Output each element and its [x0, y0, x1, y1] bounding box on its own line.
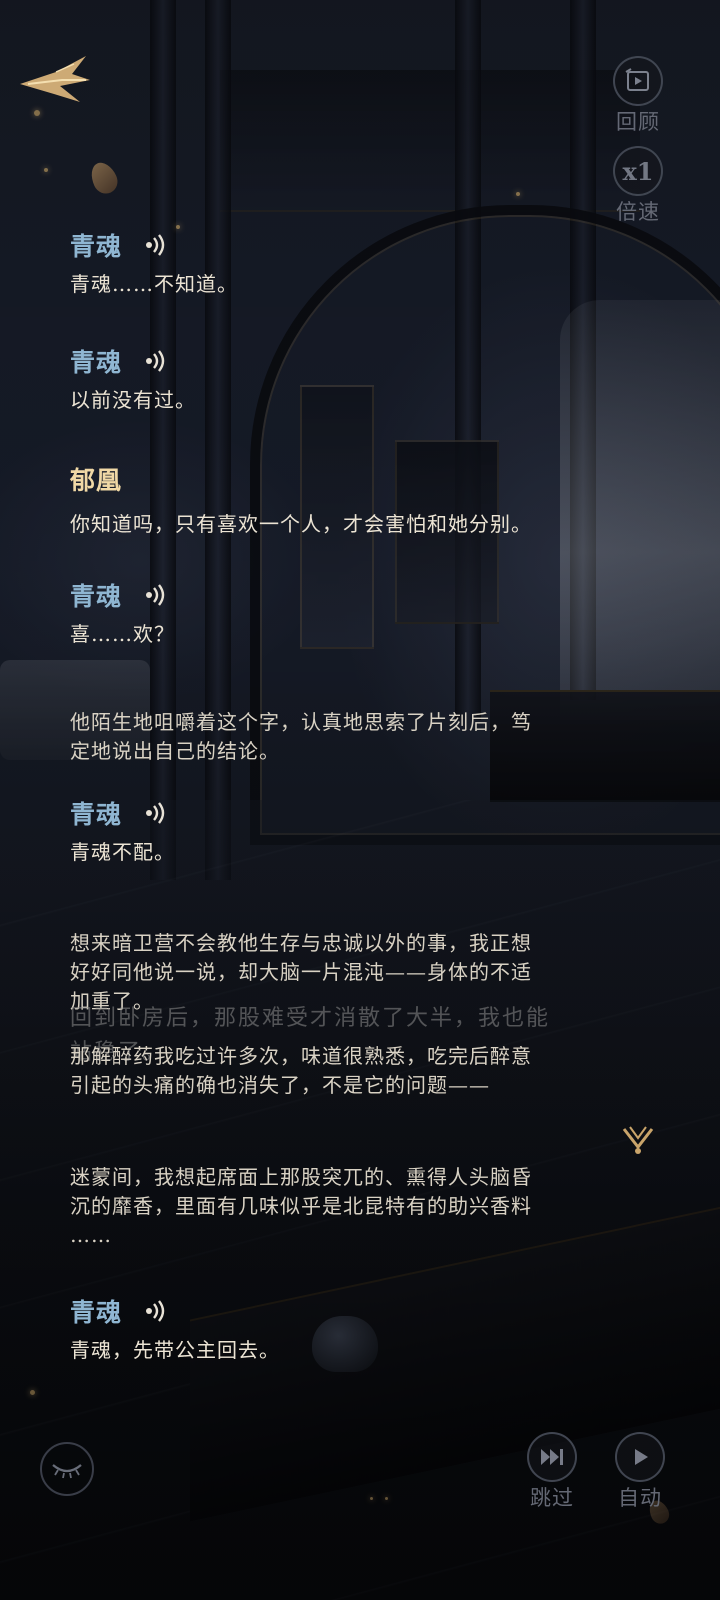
- voice-icon[interactable]: [144, 232, 170, 258]
- speaker-row: 青魂: [70, 344, 630, 378]
- dialogue-line: 以前没有过。: [70, 388, 196, 412]
- scroll-down-icon[interactable]: [620, 1123, 656, 1157]
- speed-label: 倍速: [616, 200, 660, 224]
- narration-line: 沉的靡香，里面有几味似乎是北昆特有的助兴香料: [70, 1194, 532, 1218]
- speaker-row: 青魂: [70, 228, 630, 262]
- speaker-name: 青魂: [70, 232, 123, 261]
- narration-line: 迷蒙间，我想起席面上那股突兀的、熏得人头脑昏: [70, 1165, 532, 1189]
- auto-icon-circle: [615, 1432, 665, 1482]
- dialogue-entry: 青魂 青魂不配。: [70, 796, 630, 868]
- auto-play-icon: [635, 1449, 648, 1465]
- dialogue-entry: 青魂 青魂……不知道。: [70, 228, 630, 300]
- review-button[interactable]: 回顾: [606, 56, 670, 136]
- voice-icon[interactable]: [144, 348, 170, 374]
- hide-ui-button[interactable]: [40, 1442, 94, 1496]
- voice-icon[interactable]: [144, 1298, 170, 1324]
- speaker-row: 青魂: [70, 578, 630, 612]
- voice-icon[interactable]: [144, 800, 170, 826]
- narration-text: 他陌生地咀嚼着这个字，认真地思索了片刻后，笃 定地说出自己的结论。: [70, 708, 610, 766]
- narration-text: 那解醉药我吃过许多次，味道很熟悉，吃完后醉意 引起的头痛的确也消失了，不是它的问…: [70, 1042, 610, 1100]
- speed-value: x1: [622, 156, 654, 186]
- dialogue-line: 青魂不配。: [70, 840, 175, 864]
- speaker-name: 青魂: [70, 800, 123, 829]
- narration-line: 好好同他说一说，却大脑一片混沌——身体的不适: [70, 960, 532, 984]
- speaker-name: 青魂: [70, 348, 123, 377]
- closed-eye-icon: [52, 1464, 82, 1479]
- review-icon: [625, 68, 649, 91]
- skip-icon: [541, 1449, 563, 1465]
- review-label: 回顾: [616, 110, 660, 134]
- voice-icon[interactable]: [144, 582, 170, 608]
- speaker-row: 青魂: [70, 796, 630, 830]
- speaker-name: 郁凰: [70, 466, 123, 495]
- dialogue-entry: 郁凰 你知道吗，只有喜欢一个人，才会害怕和她分别。: [70, 462, 630, 540]
- narration-line: 引起的头痛的确也消失了，不是它的问题——: [70, 1073, 490, 1097]
- narration-text: 迷蒙间，我想起席面上那股突兀的、熏得人头脑昏 沉的靡香，里面有几味似乎是北昆特有…: [70, 1163, 610, 1250]
- narration-line: 回到卧房后，那股难受才消散了大半，我也能: [70, 1006, 551, 1031]
- speed-button[interactable]: x1 倍速: [606, 146, 670, 226]
- dialogue-entry: 青魂 以前没有过。: [70, 344, 630, 416]
- auto-label: 自动: [618, 1486, 662, 1510]
- dialogue-line: 你知道吗，只有喜欢一个人，才会害怕和她分别。: [70, 512, 532, 536]
- dialogue-line: 青魂，先带公主回去。: [70, 1338, 280, 1362]
- game-screen: 回顾 x1 倍速 青魂 青魂……不知道。 青魂 以前没有过。 郁凰 你知道吗，只…: [0, 0, 720, 1600]
- dialogue-entry: 青魂 青魂，先带公主回去。: [70, 1294, 630, 1366]
- dialogue-line: 青魂……不知道。: [70, 272, 238, 296]
- speaker-row: 郁凰: [70, 462, 630, 496]
- skip-button[interactable]: 跳过: [520, 1432, 584, 1512]
- speaker-name: 青魂: [70, 582, 123, 611]
- narration-line: 他陌生地咀嚼着这个字，认真地思索了片刻后，笃: [70, 710, 532, 734]
- narration-line: 那解醉药我吃过许多次，味道很熟悉，吃完后醉意: [70, 1044, 532, 1068]
- speaker-name: 青魂: [70, 1298, 123, 1327]
- back-arrow-icon: [20, 56, 90, 102]
- speaker-row: 青魂: [70, 1294, 630, 1328]
- speed-icon-circle: x1: [613, 146, 663, 196]
- review-icon-circle: [613, 56, 663, 106]
- dialogue-line: 喜……欢？: [70, 622, 175, 646]
- skip-label: 跳过: [530, 1486, 574, 1510]
- narration-line: 定地说出自己的结论。: [70, 739, 280, 763]
- narration-line: ……: [70, 1223, 112, 1247]
- auto-button[interactable]: 自动: [608, 1432, 672, 1512]
- back-button[interactable]: [16, 50, 96, 114]
- dialogue-entry: 青魂 喜……欢？: [70, 578, 630, 650]
- narration-line: 想来暗卫营不会教他生存与忠诚以外的事，我正想: [70, 931, 532, 955]
- skip-icon-circle: [527, 1432, 577, 1482]
